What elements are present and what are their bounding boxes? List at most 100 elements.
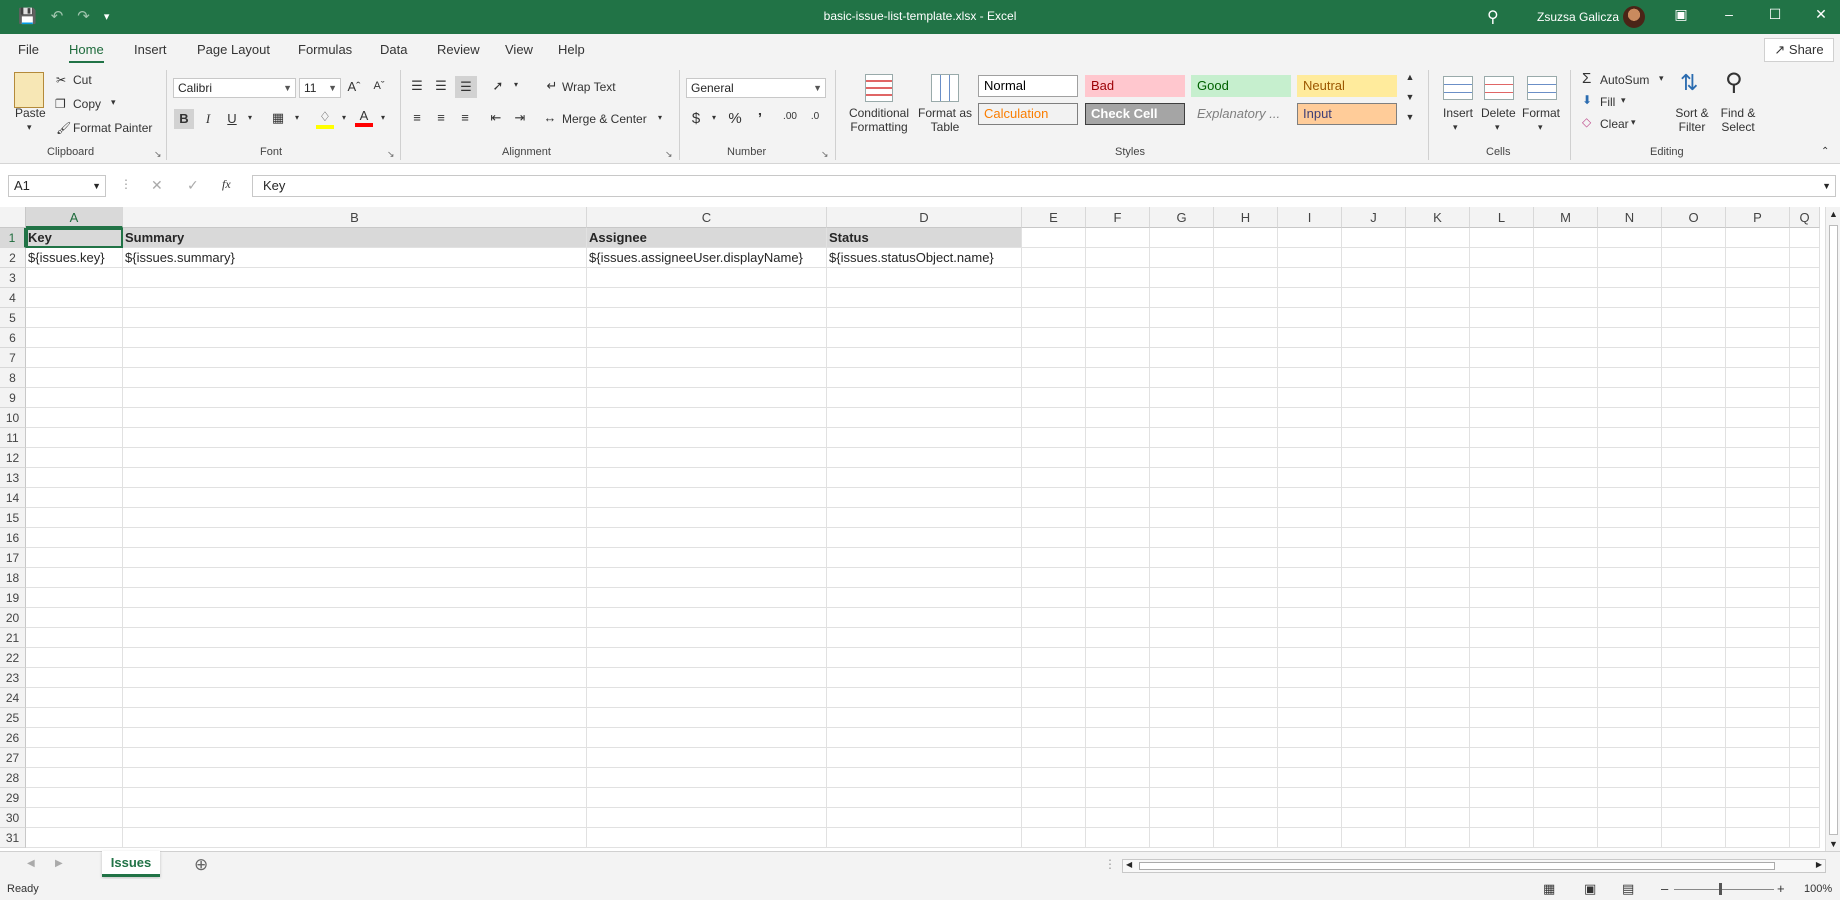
align-left-icon[interactable]: ≡ [408, 110, 426, 125]
cell[interactable] [1662, 388, 1726, 408]
cell[interactable] [587, 568, 827, 588]
cell[interactable] [1278, 228, 1342, 248]
cell[interactable] [1150, 308, 1214, 328]
prev-sheet-icon[interactable]: ◀ [27, 858, 35, 869]
cell[interactable] [123, 448, 587, 468]
cell[interactable] [1086, 788, 1150, 808]
cell[interactable] [587, 408, 827, 428]
cell[interactable] [1598, 548, 1662, 568]
style-input[interactable]: Input [1297, 103, 1397, 125]
cell[interactable] [827, 508, 1022, 528]
cell[interactable] [1022, 748, 1086, 768]
cell[interactable] [1086, 488, 1150, 508]
cell[interactable] [1598, 408, 1662, 428]
cell[interactable] [827, 408, 1022, 428]
cell[interactable] [1086, 688, 1150, 708]
cell[interactable] [827, 808, 1022, 828]
cell[interactable] [123, 748, 587, 768]
conditional-formatting-icon[interactable] [865, 74, 893, 102]
cell[interactable] [1406, 628, 1470, 648]
font-color-dropdown-icon[interactable]: ▾ [374, 113, 392, 122]
cell[interactable] [1086, 668, 1150, 688]
cell[interactable] [1406, 708, 1470, 728]
share-button[interactable]: ↗ Share [1764, 38, 1834, 62]
cell[interactable] [1150, 648, 1214, 668]
cell[interactable] [1662, 368, 1726, 388]
cancel-icon[interactable]: ✕ [151, 177, 163, 194]
cell[interactable] [587, 508, 827, 528]
sheet-tab-issues[interactable]: Issues [102, 851, 160, 877]
cell[interactable] [1598, 808, 1662, 828]
cell[interactable] [1406, 308, 1470, 328]
cell[interactable] [587, 468, 827, 488]
cell[interactable] [587, 688, 827, 708]
clear-dropdown-icon[interactable]: ▾ [1631, 117, 1636, 128]
row-header[interactable]: 14 [0, 488, 26, 508]
cell[interactable] [1534, 308, 1598, 328]
cell[interactable] [26, 708, 123, 728]
cell[interactable] [1406, 488, 1470, 508]
cell[interactable] [1342, 828, 1406, 848]
collapse-ribbon-icon[interactable]: ⌃ [1821, 146, 1829, 157]
cell[interactable] [1790, 288, 1820, 308]
style-good[interactable]: Good [1191, 75, 1291, 97]
cell[interactable] [587, 528, 827, 548]
zoom-level[interactable]: 100% [1804, 883, 1832, 895]
cell[interactable] [1214, 448, 1278, 468]
cell[interactable] [1598, 348, 1662, 368]
cell[interactable] [26, 508, 123, 528]
cell[interactable] [827, 468, 1022, 488]
cell[interactable] [1662, 488, 1726, 508]
cell[interactable] [1534, 728, 1598, 748]
cell[interactable] [1278, 268, 1342, 288]
cell[interactable] [1150, 408, 1214, 428]
cell[interactable] [123, 808, 587, 828]
cell[interactable] [1790, 448, 1820, 468]
cell[interactable] [1278, 588, 1342, 608]
cell[interactable] [123, 488, 587, 508]
cell[interactable] [827, 268, 1022, 288]
row-header[interactable]: 3 [0, 268, 26, 288]
cell[interactable] [1726, 788, 1790, 808]
cell[interactable] [1406, 388, 1470, 408]
cell[interactable] [123, 608, 587, 628]
cell[interactable] [1470, 588, 1534, 608]
cell[interactable] [1278, 368, 1342, 388]
cell[interactable] [1278, 248, 1342, 268]
cell[interactable] [1726, 488, 1790, 508]
cell[interactable] [123, 568, 587, 588]
cell[interactable] [587, 708, 827, 728]
cell[interactable] [1726, 448, 1790, 468]
cell[interactable] [1150, 248, 1214, 268]
cell[interactable] [1278, 388, 1342, 408]
cell[interactable] [1406, 728, 1470, 748]
cell[interactable] [123, 528, 587, 548]
cell[interactable] [1086, 308, 1150, 328]
fill-button[interactable]: Fill [1600, 95, 1615, 109]
cell[interactable] [1470, 608, 1534, 628]
cell[interactable] [1342, 648, 1406, 668]
cell[interactable] [1406, 568, 1470, 588]
cell[interactable] [1342, 568, 1406, 588]
cell[interactable] [1726, 468, 1790, 488]
cell[interactable] [1662, 828, 1726, 848]
cell[interactable] [827, 528, 1022, 548]
borders-icon[interactable]: ▦ [269, 110, 287, 126]
cell[interactable] [123, 588, 587, 608]
row-header[interactable]: 8 [0, 368, 26, 388]
cell[interactable] [1406, 228, 1470, 248]
cell[interactable] [1214, 488, 1278, 508]
insert-dropdown-icon[interactable]: ▾ [1453, 122, 1458, 133]
cell[interactable] [1150, 728, 1214, 748]
cell[interactable] [1470, 568, 1534, 588]
cell[interactable] [1214, 228, 1278, 248]
cell[interactable] [827, 548, 1022, 568]
tab-formulas[interactable]: Formulas [298, 42, 352, 57]
find-select-button[interactable]: Find & Select [1716, 106, 1760, 134]
clear-button[interactable]: Clear [1600, 117, 1629, 131]
cell[interactable] [1598, 288, 1662, 308]
cell[interactable] [1662, 428, 1726, 448]
cell[interactable] [1150, 468, 1214, 488]
cell[interactable] [1726, 828, 1790, 848]
align-right-icon[interactable]: ≡ [456, 110, 474, 125]
